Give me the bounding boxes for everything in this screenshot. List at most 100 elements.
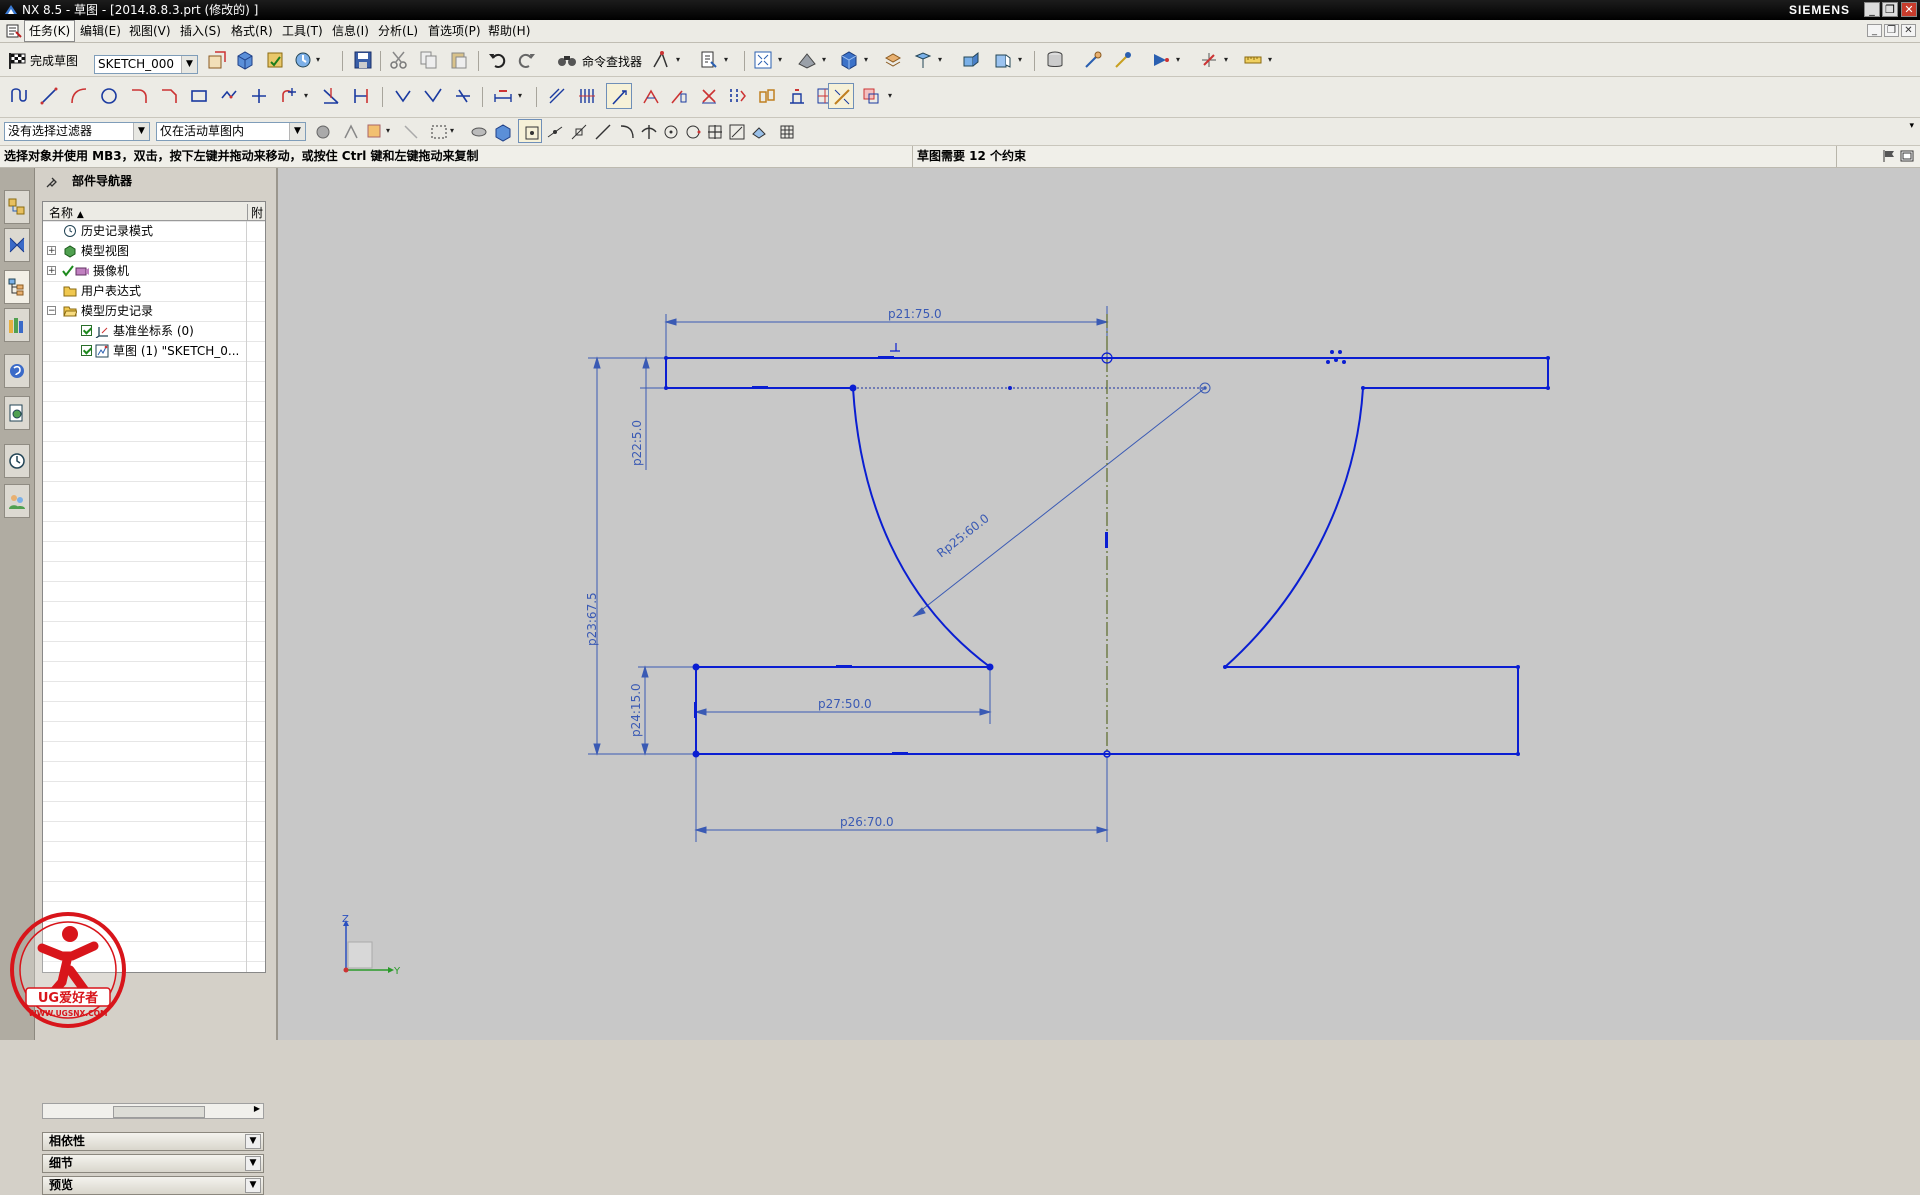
chevron-down-icon[interactable]: ▾	[386, 118, 393, 144]
chevron-down-icon[interactable]: ▾	[822, 47, 829, 73]
minimize-button[interactable]: _	[1864, 2, 1880, 17]
rectangle-select-button[interactable]	[426, 119, 450, 143]
menu-insert[interactable]: 插入(S)	[176, 20, 225, 42]
part-navigator-toggle[interactable]	[1042, 47, 1068, 73]
snap-bounded-grid-button[interactable]	[774, 119, 798, 143]
sketch-canvas[interactable]: p21:75.0 p22:5.0 Rp25:60.0 p23:67.5 p24:…	[278, 168, 1920, 1040]
feature-selection-button[interactable]	[338, 119, 362, 143]
chevron-down-icon[interactable]: ▾	[938, 47, 945, 73]
vertex[interactable]	[664, 356, 668, 360]
chevron-down-icon[interactable]: ▾	[888, 83, 895, 109]
snap-midpoint-button[interactable]	[542, 119, 566, 143]
quick-extend-button[interactable]	[348, 83, 374, 109]
dim-label-rp25[interactable]: Rp25:60.0	[934, 511, 991, 560]
snap-tangent-button[interactable]	[614, 119, 638, 143]
section-view-button[interactable]	[990, 47, 1016, 73]
dim-label-p27[interactable]: p27:50.0	[818, 697, 872, 711]
body-selection-button[interactable]	[362, 119, 386, 143]
vertex[interactable]	[1008, 386, 1012, 390]
fit-view-button[interactable]	[750, 47, 776, 73]
tree-node-model-views[interactable]: + 模型视图	[43, 241, 265, 261]
snap-point-button[interactable]	[1196, 47, 1222, 73]
chamfer-button[interactable]	[156, 83, 182, 109]
update-model-button[interactable]	[262, 47, 288, 73]
sketch-name-select[interactable]: SKETCH_000 ▼	[94, 55, 198, 74]
snap-arc-center-button[interactable]	[658, 119, 682, 143]
expand-icon[interactable]: +	[47, 266, 56, 276]
chevron-down-icon[interactable]: ▾	[1176, 47, 1183, 73]
snap-endpoint-button[interactable]	[518, 119, 542, 143]
auto-constrain-button[interactable]	[606, 83, 632, 109]
general-selection-button[interactable]	[310, 119, 334, 143]
design-table-button[interactable]	[574, 83, 600, 109]
menu-help[interactable]: 帮助(H)	[484, 20, 534, 42]
remove-constraints-button[interactable]	[696, 83, 722, 109]
deselect-button[interactable]	[398, 119, 422, 143]
panel-dependencies[interactable]: 相依性 ▼	[42, 1132, 264, 1151]
dim-label-p26[interactable]: p26:70.0	[840, 815, 894, 829]
scrollbar-thumb[interactable]	[113, 1106, 205, 1118]
dim-line-radius[interactable]	[913, 387, 1206, 617]
layer-button[interactable]	[880, 47, 906, 73]
menu-format[interactable]: 格式(R)	[227, 20, 277, 42]
snap-intersection-button[interactable]	[636, 119, 660, 143]
polygon-button[interactable]	[216, 83, 242, 109]
tree-node-sketch[interactable]: 草图 (1) "SKETCH_0...	[43, 341, 265, 361]
selection-button[interactable]	[648, 47, 674, 73]
alternate-solution-button[interactable]	[754, 83, 780, 109]
motion-button[interactable]	[1148, 47, 1174, 73]
extrude-view-button[interactable]	[958, 47, 984, 73]
horizontal-constraint[interactable]	[878, 356, 894, 359]
offset-curve-button[interactable]	[276, 83, 302, 109]
snap-existing-point-button[interactable]	[702, 119, 726, 143]
selection-scope-select[interactable]: 仅在活动草图内 ▼	[156, 122, 306, 141]
horizontal-constraint[interactable]	[752, 386, 768, 389]
dimension-display-button[interactable]	[1240, 47, 1266, 73]
resource-hd3d-tools[interactable]	[4, 354, 30, 388]
chevron-down-icon[interactable]: ▾	[676, 47, 683, 73]
navigator-horizontal-scrollbar[interactable]: ▶	[42, 1103, 264, 1119]
chevron-down-icon[interactable]: ▼	[245, 1134, 261, 1149]
quick-trim-button[interactable]	[318, 83, 344, 109]
tree-node-model-history[interactable]: − 模型历史记录	[43, 301, 265, 321]
snap-line-button[interactable]	[590, 119, 614, 143]
resource-reuse-library[interactable]	[4, 308, 30, 342]
dim-label-p24[interactable]: p24:15.0	[629, 683, 643, 737]
rectangle-button[interactable]	[186, 83, 212, 109]
menu-task[interactable]: 任务(K)	[24, 20, 76, 42]
render-style-button[interactable]	[794, 47, 820, 73]
rapid-dimension-button[interactable]	[490, 83, 516, 109]
vertex[interactable]	[1516, 665, 1520, 669]
dim-label-p22[interactable]: p22:5.0	[630, 420, 644, 466]
sketch-arc-right[interactable]	[1224, 387, 1364, 668]
chevron-down-icon[interactable]: ▾	[304, 83, 311, 109]
chevron-down-icon[interactable]: ▼	[245, 1178, 261, 1193]
vertex[interactable]	[692, 750, 700, 758]
command-finder-button[interactable]	[554, 47, 580, 73]
save-button[interactable]	[350, 47, 376, 73]
orient-cube-button[interactable]	[836, 47, 862, 73]
horizontal-constraint[interactable]	[836, 665, 852, 668]
chevron-down-icon[interactable]: ▾	[1268, 47, 1275, 73]
split-button[interactable]	[450, 83, 476, 109]
vertical-constraint[interactable]	[1105, 532, 1108, 548]
menu-preferences[interactable]: 首选项(P)	[424, 20, 485, 42]
reattach-button[interactable]	[204, 47, 230, 73]
chevron-down-icon[interactable]: ▾	[316, 47, 323, 73]
point-button[interactable]	[246, 83, 272, 109]
vertex[interactable]	[692, 663, 700, 671]
info-button[interactable]	[696, 47, 722, 73]
resource-constraint-navigator[interactable]	[4, 228, 30, 262]
line-button[interactable]	[36, 83, 62, 109]
dim-label-p23[interactable]: p23:67.5	[585, 592, 599, 646]
dim-line-p24[interactable]	[638, 666, 694, 755]
dim-line-p21[interactable]	[665, 306, 1108, 358]
create-inferred-button[interactable]	[858, 83, 884, 109]
type-filter-select[interactable]: 没有选择过滤器 ▼	[4, 122, 150, 141]
resource-web-browser[interactable]	[4, 396, 30, 430]
resource-history[interactable]	[4, 444, 30, 478]
menu-analysis[interactable]: 分析(L)	[374, 20, 422, 42]
make-corner-button[interactable]	[390, 83, 416, 109]
resource-assembly-navigator[interactable]	[4, 190, 30, 224]
infer-constraints-button[interactable]	[828, 83, 854, 109]
